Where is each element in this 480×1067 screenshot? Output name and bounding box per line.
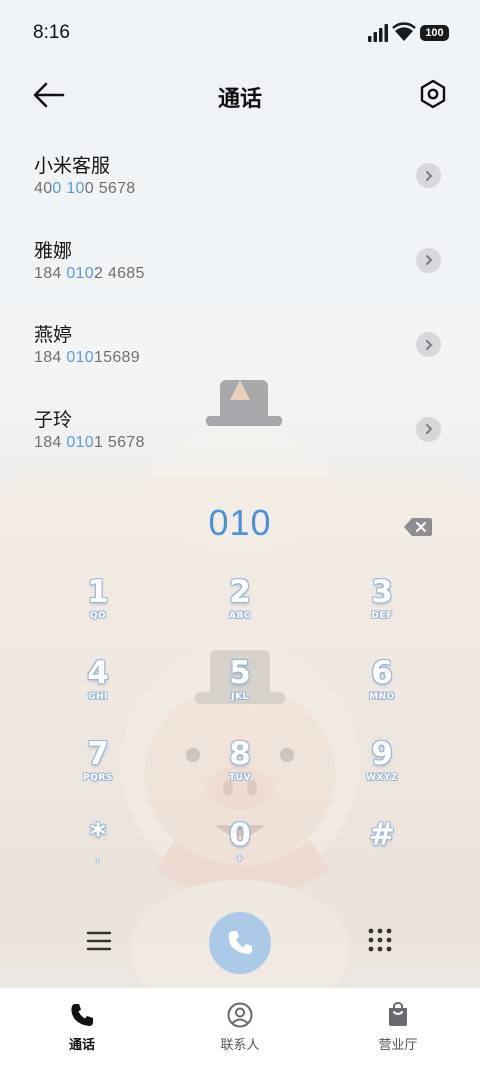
nav-label: 通话: [68, 1038, 95, 1053]
key-5[interactable]: 5 JKL: [170, 655, 310, 731]
contact-name: 子玲: [34, 408, 73, 431]
battery-icon: 100: [420, 25, 449, 41]
key-2[interactable]: 2 ABC: [170, 574, 310, 650]
contact-row[interactable]: 子玲 184 0101 5678: [0, 388, 480, 473]
key-8[interactable]: 8 TUV: [170, 736, 310, 812]
contact-name: 雅娜: [34, 239, 73, 262]
chevron-right-icon[interactable]: [416, 416, 441, 442]
backspace-icon[interactable]: [403, 516, 433, 538]
chevron-right-icon[interactable]: [416, 332, 441, 357]
contact-name: 燕婷: [34, 324, 73, 346]
header: 通话: [0, 66, 480, 124]
nav-service-hall[interactable]: 营业厅: [338, 988, 458, 1067]
contact-number: 184 0101 5678: [34, 433, 145, 451]
nav-calls[interactable]: 通话: [22, 988, 142, 1067]
contact-row[interactable]: 燕婷 184 01015689: [0, 303, 480, 388]
wifi-icon: [392, 22, 416, 41]
contact-list: 小米客服 400 100 5678 雅娜 184 0102 4685 燕婷 18…: [0, 134, 480, 472]
key-3[interactable]: 3 DEF: [312, 574, 452, 650]
nav-label: 联系人: [220, 1038, 260, 1053]
chevron-right-icon[interactable]: [416, 247, 441, 273]
dialer-panel: 010 1 QO 2 ABC 3 DEF 4 GHI 5 JKL 6 MNO 7 PQRS 8…: [0, 474, 480, 988]
contact-name: 小米客服: [34, 155, 111, 177]
bottom-navigation: 通话 联系人 营业厅: [0, 988, 480, 1067]
person-icon: [227, 1002, 253, 1028]
key-6[interactable]: 6 MNO: [312, 655, 452, 731]
status-bar: 8:16 100: [0, 0, 480, 66]
key-star[interactable]: *,: [28, 817, 168, 893]
key-1[interactable]: 1 QO: [28, 574, 168, 650]
nav-label: 营业厅: [378, 1038, 418, 1053]
menu-icon[interactable]: [85, 929, 113, 953]
settings-hexagon-icon[interactable]: [418, 78, 448, 110]
contact-number: 400 100 5678: [34, 180, 136, 197]
key-7[interactable]: 7 PQRS: [28, 736, 168, 812]
contact-number: 184 0102 4685: [34, 264, 145, 282]
contact-row[interactable]: 雅娜 184 0102 4685: [0, 219, 480, 304]
key-hash[interactable]: #: [312, 817, 452, 893]
key-9[interactable]: 9 WXYZ: [312, 736, 452, 812]
key-0[interactable]: 0 +: [170, 817, 310, 893]
page-title: 通话: [217, 87, 262, 112]
nav-contacts[interactable]: 联系人: [180, 988, 300, 1067]
signal-icon: [368, 24, 388, 42]
call-button[interactable]: [209, 912, 271, 974]
chevron-right-icon[interactable]: [416, 163, 441, 188]
contact-number: 184 01015689: [34, 349, 140, 366]
status-time: 8:16: [33, 22, 70, 43]
phone-icon: [228, 931, 252, 954]
key-4[interactable]: 4 GHI: [28, 655, 168, 731]
bag-icon: [389, 1002, 407, 1026]
contact-row[interactable]: 小米客服 400 100 5678: [0, 134, 480, 219]
phone-icon: [71, 1004, 93, 1026]
keypad-toggle-icon[interactable]: [367, 927, 393, 953]
